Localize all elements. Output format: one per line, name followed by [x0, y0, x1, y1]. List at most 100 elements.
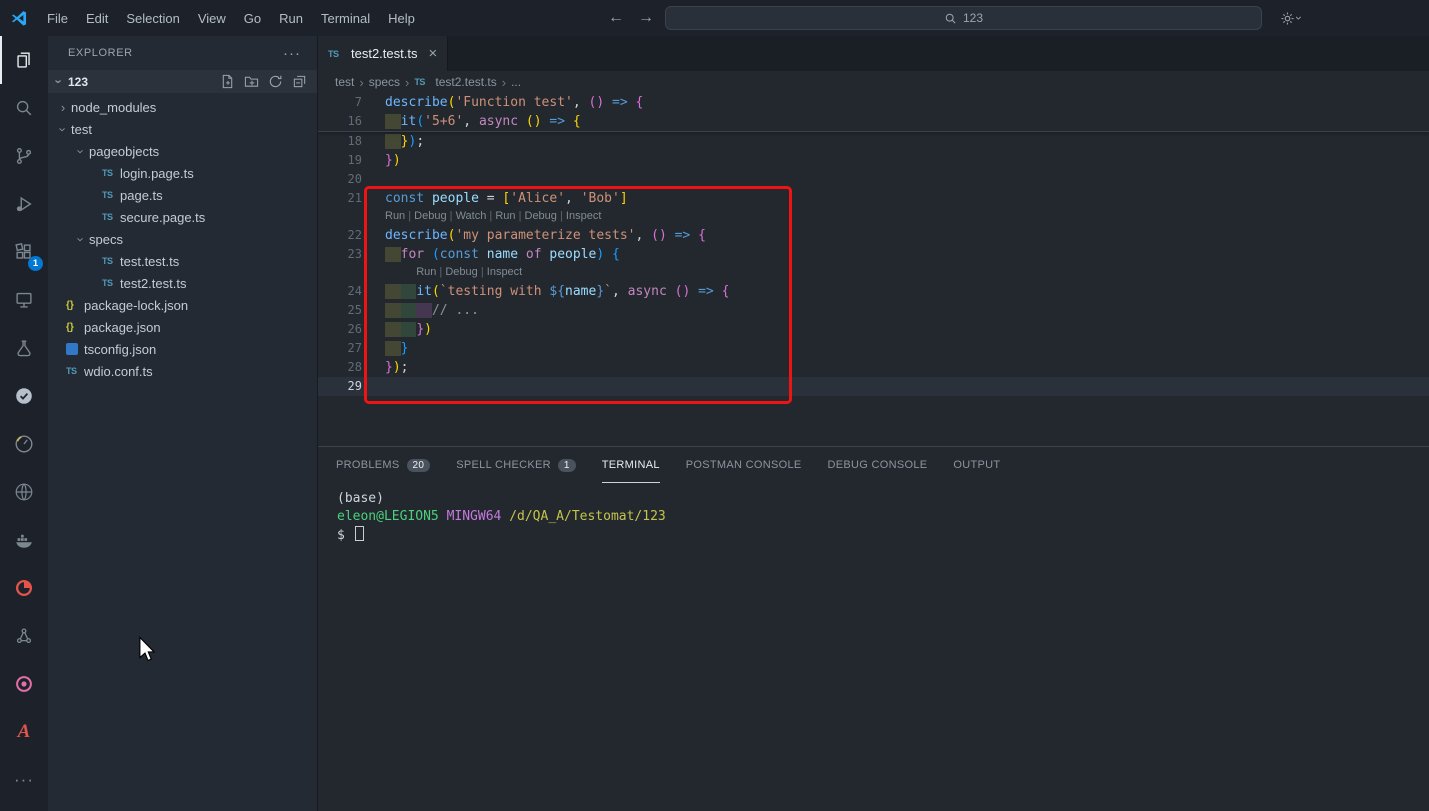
- new-folder-button[interactable]: [244, 74, 259, 89]
- codelens-run[interactable]: Run: [495, 210, 515, 222]
- code-line-23[interactable]: 23 for (const name of people) {: [318, 245, 1429, 264]
- tree-item-login-page-ts[interactable]: TSlogin.page.ts: [48, 162, 317, 184]
- panel-tab-spell-checker[interactable]: SPELL CHECKER1: [456, 447, 575, 483]
- tree-item-wdio-conf-ts[interactable]: TSwdio.conf.ts: [48, 360, 317, 382]
- code-line-25[interactable]: 25 // ...: [318, 301, 1429, 320]
- tab-test2-test-ts[interactable]: TS test2.test.ts ×: [318, 36, 448, 71]
- activity-check-tool[interactable]: [0, 372, 48, 420]
- code-line-18[interactable]: 18 });: [318, 132, 1429, 151]
- back-button[interactable]: ←: [608, 9, 624, 27]
- activity-testing[interactable]: [0, 324, 48, 372]
- workspace-name: 123: [68, 75, 88, 89]
- code-line-21[interactable]: 21const people = ['Alice', 'Bob']: [318, 189, 1429, 208]
- activity-letter-a-extension[interactable]: A: [0, 708, 48, 756]
- collapse-folders-button[interactable]: [292, 74, 307, 89]
- activity-coverage-tool[interactable]: [0, 564, 48, 612]
- codelens-run[interactable]: Run: [416, 266, 436, 278]
- code-line-20[interactable]: 20: [318, 170, 1429, 189]
- activity-gauge-tool[interactable]: [0, 420, 48, 468]
- code-line-28[interactable]: 28});: [318, 358, 1429, 377]
- activity-science-tool[interactable]: [0, 612, 48, 660]
- panel-tab-terminal[interactable]: TERMINAL: [602, 447, 660, 483]
- command-center-value: 123: [963, 11, 983, 25]
- activity-pink-extension[interactable]: [0, 660, 48, 708]
- tab-label: test2.test.ts: [351, 46, 417, 61]
- panel-tab-debug-console[interactable]: DEBUG CONSOLE: [828, 447, 928, 483]
- breadcrumb-item-test[interactable]: test: [335, 75, 354, 89]
- panel-tab-postman-console[interactable]: POSTMAN CONSOLE: [686, 447, 802, 483]
- codelens-run[interactable]: Run: [385, 210, 405, 222]
- explorer-more-button[interactable]: ···: [275, 45, 309, 62]
- forward-button[interactable]: →: [638, 9, 654, 27]
- tree-item-test2-test-ts[interactable]: TStest2.test.ts: [48, 272, 317, 294]
- menu-file[interactable]: File: [38, 11, 77, 26]
- sticky-line-16[interactable]: 16 it('5+6', async () => {: [318, 112, 1429, 131]
- chevron-right-icon: ›: [359, 75, 363, 90]
- line-number: 19: [318, 151, 362, 170]
- activity-search[interactable]: [0, 84, 48, 132]
- docker-icon: [13, 529, 35, 551]
- code-line-26[interactable]: 26 }): [318, 320, 1429, 339]
- tree-item-test[interactable]: ›test: [48, 118, 317, 140]
- activity-browser-tool[interactable]: [0, 468, 48, 516]
- close-icon[interactable]: ×: [428, 45, 437, 62]
- tree-item-package-lock-json[interactable]: {}package-lock.json: [48, 294, 317, 316]
- file-icon-json: {}: [66, 322, 83, 333]
- panel-tab-problems[interactable]: PROBLEMS20: [336, 447, 430, 483]
- codelens-debug[interactable]: Debug: [525, 210, 557, 222]
- refresh-explorer-button[interactable]: [268, 74, 283, 89]
- codelens-inspect[interactable]: Inspect: [566, 210, 601, 222]
- code-line-27[interactable]: 27 }: [318, 339, 1429, 358]
- history-nav: ← →: [608, 0, 654, 36]
- menu-selection[interactable]: Selection: [117, 11, 188, 26]
- tree-item-node-modules[interactable]: ›node_modules: [48, 96, 317, 118]
- tree-item-pageobjects[interactable]: ›pageobjects: [48, 140, 317, 162]
- menu-go[interactable]: Go: [235, 11, 270, 26]
- terminal-content[interactable]: (base)eleon@LEGION5 MINGW64 /d/QA_A/Test…: [318, 483, 1429, 811]
- activity-source-control[interactable]: [0, 132, 48, 180]
- titlebar-actions[interactable]: ›: [1280, 0, 1301, 36]
- code-lines: 18 });19})2021const people = ['Alice', '…: [318, 132, 1429, 396]
- activity-explorer[interactable]: [0, 36, 48, 84]
- activity-docker[interactable]: [0, 516, 48, 564]
- panel-tab-output[interactable]: OUTPUT: [953, 447, 1000, 483]
- file-icon-tsconfig: [66, 343, 78, 355]
- explorer-section-header[interactable]: › 123: [48, 70, 317, 93]
- breadcrumb-item-test2-test-ts[interactable]: TStest2.test.ts: [414, 75, 496, 89]
- tree-item-page-ts[interactable]: TSpage.ts: [48, 184, 317, 206]
- breadcrumb-item-item[interactable]: ...: [511, 75, 521, 89]
- codelens-watch[interactable]: Watch: [456, 210, 487, 222]
- codelens-inspect[interactable]: Inspect: [487, 266, 522, 278]
- code-line-29[interactable]: 29: [318, 377, 1429, 396]
- codelens-row: Run | Debug | Inspect: [318, 264, 1429, 282]
- codelens-debug[interactable]: Debug: [445, 266, 477, 278]
- menu-view[interactable]: View: [189, 11, 235, 26]
- tree-item-test-test-ts[interactable]: TStest.test.ts: [48, 250, 317, 272]
- activity-more[interactable]: ···: [0, 756, 48, 804]
- files-icon: [13, 49, 35, 71]
- line-number: 22: [318, 226, 362, 245]
- bottom-panel: PROBLEMS20 SPELL CHECKER1 TERMINAL POSTMAN …: [318, 446, 1429, 811]
- breadcrumb-item-specs[interactable]: specs: [369, 75, 400, 89]
- code-line-22[interactable]: 22describe('my parameterize tests', () =…: [318, 226, 1429, 245]
- command-center-search[interactable]: 123: [665, 6, 1262, 30]
- activity-remote-explorer[interactable]: [0, 276, 48, 324]
- new-file-button[interactable]: [220, 74, 235, 89]
- code-line-19[interactable]: 19}): [318, 151, 1429, 170]
- menu-edit[interactable]: Edit: [77, 11, 117, 26]
- menu-run[interactable]: Run: [270, 11, 312, 26]
- chevron-right-icon: ›: [56, 100, 70, 115]
- code-line-24[interactable]: 24 it(`testing with ${name}`, async () =…: [318, 282, 1429, 301]
- activity-run-debug[interactable]: [0, 180, 48, 228]
- tree-item-package-json[interactable]: {}package.json: [48, 316, 317, 338]
- extensions-badge: 1: [28, 256, 43, 271]
- tree-item-specs[interactable]: ›specs: [48, 228, 317, 250]
- tree-item-secure-page-ts[interactable]: TSsecure.page.ts: [48, 206, 317, 228]
- menu-help[interactable]: Help: [379, 11, 424, 26]
- code-editor[interactable]: 7describe('Function test', () => {16 it(…: [318, 93, 1429, 446]
- tree-item-tsconfig-json[interactable]: tsconfig.json: [48, 338, 317, 360]
- sticky-line-7[interactable]: 7describe('Function test', () => {: [318, 93, 1429, 112]
- codelens-debug[interactable]: Debug: [414, 210, 446, 222]
- menu-terminal[interactable]: Terminal: [312, 11, 379, 26]
- activity-extensions[interactable]: 1: [0, 228, 48, 276]
